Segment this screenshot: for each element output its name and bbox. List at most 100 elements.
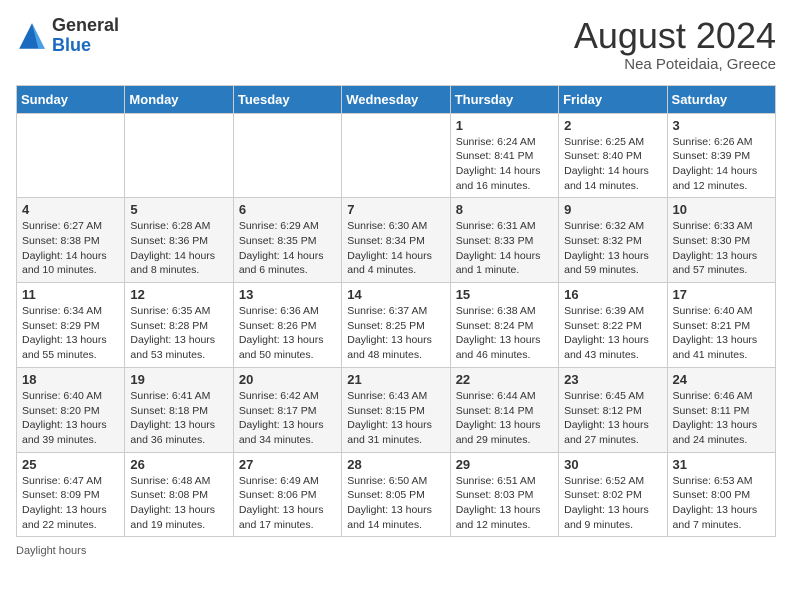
day-number: 2 <box>564 118 661 133</box>
logo-text: General Blue <box>52 16 119 56</box>
day-number: 7 <box>347 202 444 217</box>
calendar-cell: 15Sunrise: 6:38 AMSunset: 8:24 PMDayligh… <box>450 283 558 368</box>
calendar-cell: 1Sunrise: 6:24 AMSunset: 8:41 PMDaylight… <box>450 113 558 198</box>
day-number: 15 <box>456 287 553 302</box>
calendar-cell: 21 Sunrise: 6:43 AMSunset: 8:15 PMDayligh… <box>342 367 450 452</box>
day-info: Sunrise: 6:39 AMSunset: 8:22 PMDaylight:… <box>564 304 661 363</box>
day-info: Sunrise: 6:49 AMSunset: 8:06 PMDaylight:… <box>239 474 336 533</box>
day-header-sunday: Sunday <box>17 85 125 113</box>
day-info: Sunrise: 6:34 AMSunset: 8:29 PMDaylight:… <box>22 304 119 363</box>
calendar-table: SundayMondayTuesdayWednesdayThursdayFrid… <box>16 85 776 538</box>
day-header-tuesday: Tuesday <box>233 85 341 113</box>
calendar-cell: 23Sunrise: 6:45 AMSunset: 8:12 PMDayligh… <box>559 367 667 452</box>
day-info: Sunrise: 6:28 AMSunset: 8:36 PMDaylight:… <box>130 219 227 278</box>
logo-icon <box>16 20 48 52</box>
calendar-cell: 7 Sunrise: 6:30 AMSunset: 8:34 PMDaylight… <box>342 198 450 283</box>
calendar-cell: 14Sunrise: 6:37 AMSunset: 8:25 PMDayligh… <box>342 283 450 368</box>
day-number: 26 <box>130 457 227 472</box>
day-number: 21 <box>347 372 444 387</box>
day-header-thursday: Thursday <box>450 85 558 113</box>
calendar-week-2: 4Sunrise: 6:27 AMSunset: 8:38 PMDaylight… <box>17 198 776 283</box>
day-number: 28 <box>347 457 444 472</box>
day-info: Sunrise: 6:48 AMSunset: 8:08 PMDaylight:… <box>130 474 227 533</box>
day-number: 11 <box>22 287 119 302</box>
day-info: Sunrise: 6:30 AMSunset: 8:34 PMDaylight:… <box>347 219 444 278</box>
calendar-cell <box>17 113 125 198</box>
calendar-week-4: 18Sunrise: 6:40 AMSunset: 8:20 PMDayligh… <box>17 367 776 452</box>
day-number: 10 <box>673 202 770 217</box>
logo: General Blue <box>16 16 119 56</box>
daylight-label: Daylight hours <box>16 545 86 557</box>
day-number: 23 <box>564 372 661 387</box>
calendar-cell: 12 Sunrise: 6:35 AMSunset: 8:28 PMDayligh… <box>125 283 233 368</box>
day-number: 27 <box>239 457 336 472</box>
day-info: Sunrise: 6:40 AMSunset: 8:21 PMDaylight:… <box>673 304 770 363</box>
day-number: 12 <box>130 287 227 302</box>
day-info: Sunrise: 6:51 AMSunset: 8:03 PMDaylight:… <box>456 474 553 533</box>
calendar-week-5: 25 Sunrise: 6:47 AMSunset: 8:09 PMDayligh… <box>17 452 776 537</box>
day-number: 22 <box>456 372 553 387</box>
calendar-cell: 13 Sunrise: 6:36 AMSunset: 8:26 PMDayligh… <box>233 283 341 368</box>
day-info: Sunrise: 6:47 AMSunset: 8:09 PMDaylight:… <box>22 474 119 533</box>
calendar-cell: 4Sunrise: 6:27 AMSunset: 8:38 PMDaylight… <box>17 198 125 283</box>
day-number: 18 <box>22 372 119 387</box>
day-info: Sunrise: 6:52 AMSunset: 8:02 PMDaylight:… <box>564 474 661 533</box>
calendar-cell: 27 Sunrise: 6:49 AMSunset: 8:06 PMDayligh… <box>233 452 341 537</box>
calendar-cell <box>125 113 233 198</box>
calendar-cell: 26 Sunrise: 6:48 AMSunset: 8:08 PMDayligh… <box>125 452 233 537</box>
day-number: 3 <box>673 118 770 133</box>
day-info: Sunrise: 6:26 AMSunset: 8:39 PMDaylight:… <box>673 135 770 194</box>
calendar-cell: 16Sunrise: 6:39 AMSunset: 8:22 PMDayligh… <box>559 283 667 368</box>
calendar-cell: 8Sunrise: 6:31 AMSunset: 8:33 PMDaylight… <box>450 198 558 283</box>
location: Nea Poteidaia, Greece <box>574 56 776 73</box>
calendar-cell: 17 Sunrise: 6:40 AMSunset: 8:21 PMDayligh… <box>667 283 775 368</box>
day-header-monday: Monday <box>125 85 233 113</box>
day-info: Sunrise: 6:43 AMSunset: 8:15 PMDaylight:… <box>347 389 444 448</box>
day-info: Sunrise: 6:31 AMSunset: 8:33 PMDaylight:… <box>456 219 553 278</box>
day-info: Sunrise: 6:35 AMSunset: 8:28 PMDaylight:… <box>130 304 227 363</box>
day-info: Sunrise: 6:25 AMSunset: 8:40 PMDaylight:… <box>564 135 661 194</box>
day-info: Sunrise: 6:46 AMSunset: 8:11 PMDaylight:… <box>673 389 770 448</box>
day-info: Sunrise: 6:44 AMSunset: 8:14 PMDaylight:… <box>456 389 553 448</box>
day-number: 24 <box>673 372 770 387</box>
day-number: 29 <box>456 457 553 472</box>
calendar-cell: 22 Sunrise: 6:44 AMSunset: 8:14 PMDayligh… <box>450 367 558 452</box>
calendar-cell: 11 Sunrise: 6:34 AMSunset: 8:29 PMDayligh… <box>17 283 125 368</box>
day-info: Sunrise: 6:41 AMSunset: 8:18 PMDaylight:… <box>130 389 227 448</box>
day-header-friday: Friday <box>559 85 667 113</box>
month-year: August 2024 <box>574 16 776 56</box>
calendar-cell: 30 Sunrise: 6:52 AMSunset: 8:02 PMDayligh… <box>559 452 667 537</box>
day-info: Sunrise: 6:29 AMSunset: 8:35 PMDaylight:… <box>239 219 336 278</box>
calendar-cell: 19 Sunrise: 6:41 AMSunset: 8:18 PMDayligh… <box>125 367 233 452</box>
day-number: 9 <box>564 202 661 217</box>
calendar-cell: 31Sunrise: 6:53 AMSunset: 8:00 PMDayligh… <box>667 452 775 537</box>
calendar-cell: 18Sunrise: 6:40 AMSunset: 8:20 PMDayligh… <box>17 367 125 452</box>
day-info: Sunrise: 6:37 AMSunset: 8:25 PMDaylight:… <box>347 304 444 363</box>
day-info: Sunrise: 6:36 AMSunset: 8:26 PMDaylight:… <box>239 304 336 363</box>
day-number: 19 <box>130 372 227 387</box>
day-header-wednesday: Wednesday <box>342 85 450 113</box>
page-header: General Blue August 2024 Nea Poteidaia, … <box>16 16 776 73</box>
calendar-footer: Daylight hours <box>16 545 776 557</box>
day-header-saturday: Saturday <box>667 85 775 113</box>
day-number: 5 <box>130 202 227 217</box>
day-number: 13 <box>239 287 336 302</box>
day-info: Sunrise: 6:50 AMSunset: 8:05 PMDaylight:… <box>347 474 444 533</box>
day-info: Sunrise: 6:53 AMSunset: 8:00 PMDaylight:… <box>673 474 770 533</box>
logo-blue: Blue <box>52 35 91 55</box>
calendar-cell: 2 Sunrise: 6:25 AMSunset: 8:40 PMDaylight… <box>559 113 667 198</box>
day-info: Sunrise: 6:32 AMSunset: 8:32 PMDaylight:… <box>564 219 661 278</box>
calendar-cell: 5 Sunrise: 6:28 AMSunset: 8:36 PMDaylight… <box>125 198 233 283</box>
calendar-cell: 9 Sunrise: 6:32 AMSunset: 8:32 PMDaylight… <box>559 198 667 283</box>
calendar-week-3: 11 Sunrise: 6:34 AMSunset: 8:29 PMDayligh… <box>17 283 776 368</box>
calendar-cell: 28 Sunrise: 6:50 AMSunset: 8:05 PMDayligh… <box>342 452 450 537</box>
day-number: 17 <box>673 287 770 302</box>
day-number: 20 <box>239 372 336 387</box>
day-number: 30 <box>564 457 661 472</box>
day-info: Sunrise: 6:27 AMSunset: 8:38 PMDaylight:… <box>22 219 119 278</box>
day-number: 1 <box>456 118 553 133</box>
calendar-cell: 29 Sunrise: 6:51 AMSunset: 8:03 PMDayligh… <box>450 452 558 537</box>
day-number: 25 <box>22 457 119 472</box>
day-info: Sunrise: 6:42 AMSunset: 8:17 PMDaylight:… <box>239 389 336 448</box>
day-info: Sunrise: 6:33 AMSunset: 8:30 PMDaylight:… <box>673 219 770 278</box>
